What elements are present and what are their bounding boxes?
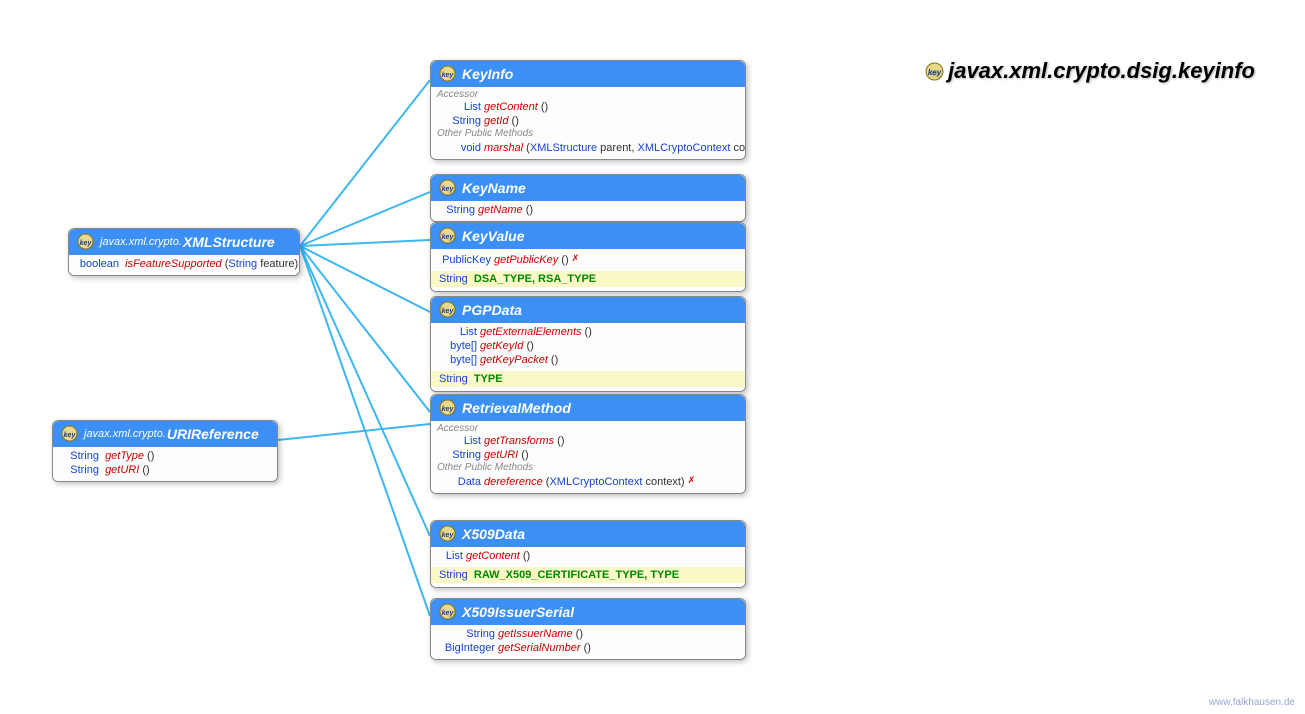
constants-row: String RAW_X509_CERTIFICATE_TYPE, TYPE [431,567,745,583]
class-name: URIReference [167,426,259,442]
class-x509data: keyX509Data ListgetContent () String RAW… [430,520,746,588]
key-icon: key [61,425,78,442]
method-row: boolean isFeatureSupported (String featu… [69,257,299,271]
package-prefix: javax.xml.crypto. [84,428,166,440]
class-name: KeyName [462,180,526,196]
package-title-text: javax.xml.crypto.dsig.keyinfo [948,58,1255,83]
key-icon: key [925,62,944,81]
section-label: Other Public Methods [431,128,745,139]
class-name: X509Data [462,526,525,542]
svg-text:key: key [928,68,942,77]
class-keyinfo: key KeyInfo Accessor ListgetContent () S… [430,60,746,160]
svg-text:key: key [442,186,455,193]
footer-link[interactable]: www.falkhausen.de [1209,697,1295,708]
svg-text:key: key [442,406,455,413]
return-type: boolean [77,257,119,271]
section-label: Accessor [431,89,745,100]
svg-text:key: key [80,240,93,247]
package-prefix: javax.xml.crypto. [100,236,182,248]
svg-text:key: key [64,432,77,439]
key-icon: key [439,179,456,196]
key-icon: key [439,301,456,318]
class-header: key javax.xml.crypto.URIReference [53,421,277,447]
class-header: key javax.xml.crypto.XMLStructure [69,229,299,255]
class-name: KeyInfo [462,66,513,82]
class-name: XMLStructure [183,234,275,250]
class-pgpdata: keyPGPData ListgetExternalElements () by… [430,296,746,392]
method-row: String getURI () [53,463,277,477]
class-name: PGPData [462,302,522,318]
class-header: key KeyInfo [431,61,745,87]
class-xmlstructure: key javax.xml.crypto.XMLStructure boolea… [68,228,300,276]
svg-text:key: key [442,234,455,241]
class-urireference: key javax.xml.crypto.URIReference String… [52,420,278,482]
constants-row: String TYPE [431,371,745,387]
class-name: KeyValue [462,228,525,244]
method-name: isFeatureSupported [125,258,222,270]
constants-row: String DSA_TYPE, RSA_TYPE [431,271,745,287]
svg-text:key: key [442,610,455,617]
key-icon: key [439,603,456,620]
svg-text:key: key [442,308,455,315]
class-name: X509IssuerSerial [462,604,574,620]
key-icon: key [439,399,456,416]
class-name: RetrievalMethod [462,400,571,416]
class-keyname: keyKeyName StringgetName () [430,174,746,222]
key-icon: key [77,233,94,250]
svg-text:key: key [442,72,455,79]
key-icon: key [439,525,456,542]
class-keyvalue: keyKeyValue PublicKeygetPublicKey () ✗ S… [430,222,746,292]
svg-text:key: key [442,532,455,539]
class-retrievalmethod: keyRetrievalMethod Accessor ListgetTrans… [430,394,746,494]
package-title: key javax.xml.crypto.dsig.keyinfo [925,58,1255,84]
class-x509issuerserial: keyX509IssuerSerial StringgetIssuerName … [430,598,746,660]
method-row: String getType () [53,449,277,463]
key-icon: key [439,227,456,244]
key-icon: key [439,65,456,82]
